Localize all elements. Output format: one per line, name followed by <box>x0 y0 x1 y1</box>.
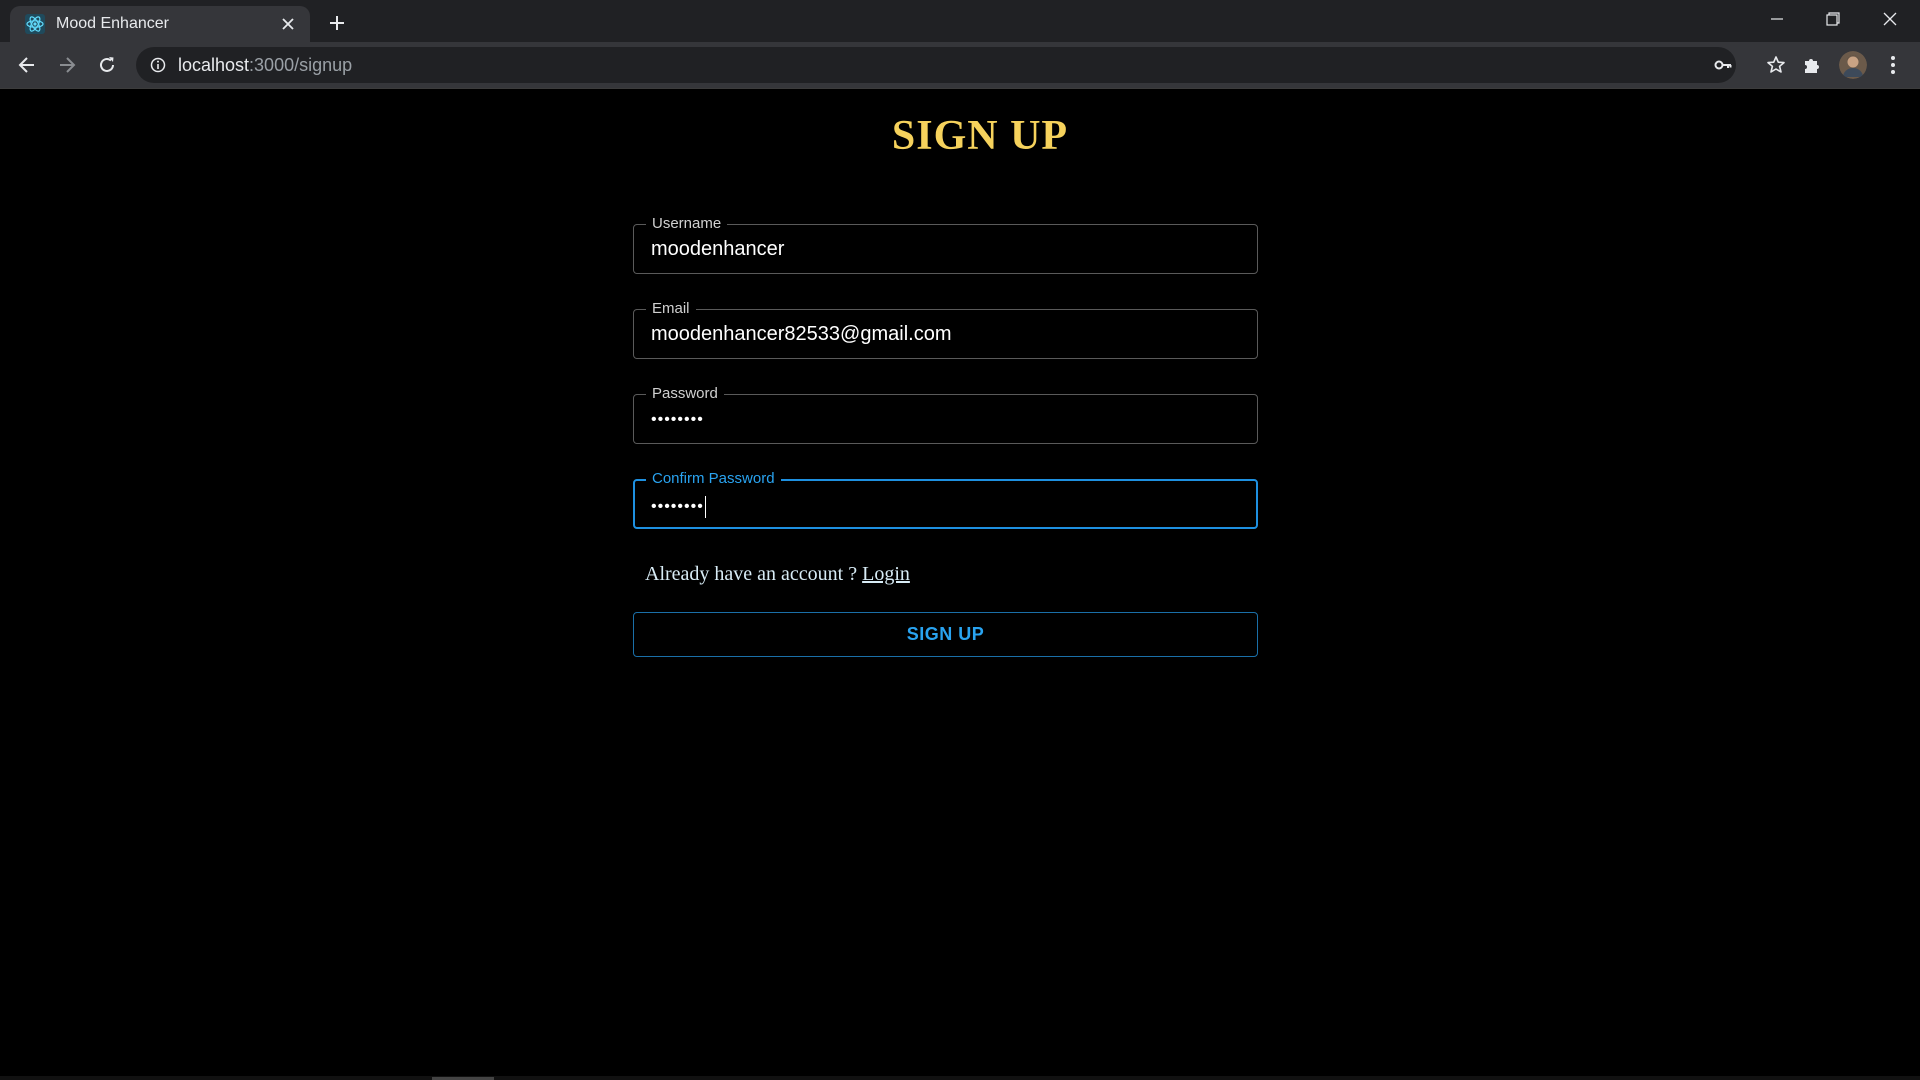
page-title: SIGN UP <box>891 113 1069 159</box>
confirm-password-label: Confirm Password <box>646 470 781 488</box>
tab-strip: Mood Enhancer <box>0 0 1920 42</box>
arrow-right-icon[interactable] <box>51 49 83 81</box>
email-field[interactable]: Email moodenhancer82533@gmail.com <box>633 300 1258 359</box>
avatar[interactable] <box>1839 51 1867 79</box>
confirm-password-field[interactable]: Confirm Password •••••••• <box>633 470 1258 529</box>
email-value[interactable]: moodenhancer82533@gmail.com <box>651 323 951 346</box>
minimize-icon[interactable] <box>1749 0 1805 38</box>
plus-icon[interactable] <box>324 10 350 36</box>
window-close-icon[interactable] <box>1862 0 1918 38</box>
react-logo-icon <box>24 13 46 35</box>
tab-title: Mood Enhancer <box>56 15 169 32</box>
username-field[interactable]: Username moodenhancer <box>633 215 1258 274</box>
text-caret <box>704 496 707 518</box>
browser-toolbar: localhost:3000/signup <box>0 42 1920 88</box>
account-prompt-row: Already have an account ? Login <box>645 563 910 586</box>
password-value[interactable]: •••••••• <box>651 411 704 429</box>
arrow-left-icon[interactable] <box>11 49 43 81</box>
reload-icon[interactable] <box>91 49 123 81</box>
password-field[interactable]: Password •••••••• <box>633 385 1258 444</box>
toolbar-divider <box>0 88 1920 89</box>
info-icon[interactable] <box>148 55 168 75</box>
email-label: Email <box>646 300 696 318</box>
star-icon[interactable] <box>1763 52 1789 78</box>
confirm-password-value: •••••••• <box>651 498 704 516</box>
username-value[interactable]: moodenhancer <box>651 238 784 261</box>
signup-button[interactable]: SIGN UP <box>633 612 1258 657</box>
password-label: Password <box>646 385 724 403</box>
browser-tab[interactable]: Mood Enhancer <box>10 6 310 42</box>
horizontal-scrollbar[interactable] <box>0 1076 1920 1080</box>
login-link[interactable]: Login <box>862 563 910 585</box>
address-bar[interactable]: localhost:3000/signup <box>136 47 1785 83</box>
confirm-password-input[interactable]: •••••••• <box>651 496 707 518</box>
key-icon[interactable] <box>1710 52 1736 78</box>
account-prompt: Already have an account ? <box>645 563 858 585</box>
puzzle-icon[interactable] <box>1798 51 1826 79</box>
close-icon[interactable] <box>276 12 300 36</box>
restore-icon[interactable] <box>1805 0 1861 38</box>
kebab-menu-icon[interactable] <box>1879 51 1907 79</box>
url-text: localhost:3000/signup <box>178 54 353 75</box>
signup-form: Username moodenhancer Email moodenhancer… <box>633 215 1258 564</box>
username-label: Username <box>646 215 728 233</box>
